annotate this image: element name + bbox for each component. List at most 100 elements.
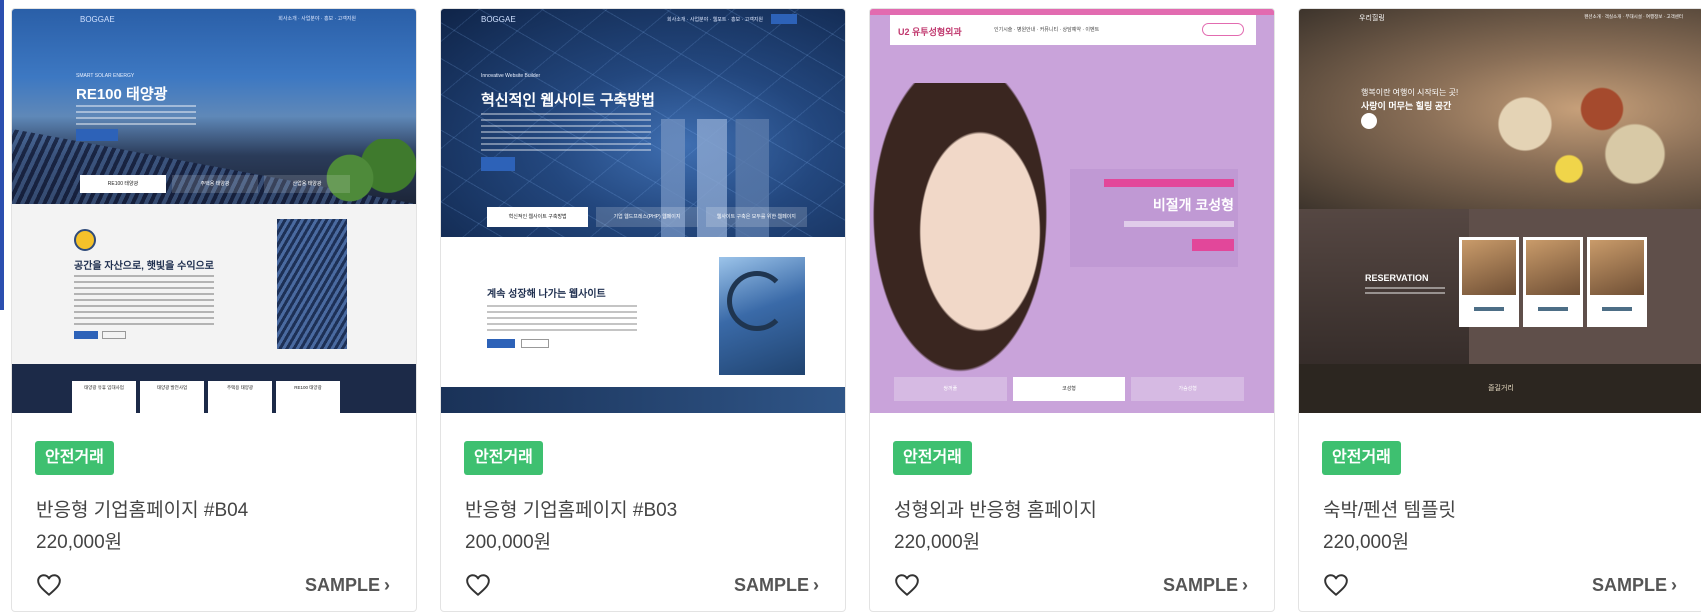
thumb-tab: RE100 태양광 — [80, 175, 166, 193]
model-portrait-graphic — [870, 83, 1070, 413]
thumb-tab: 가슴성형 — [1131, 377, 1245, 401]
thumb-nav-button — [1202, 23, 1244, 36]
product-thumbnail[interactable]: 우리힐링 펜션소개 · 객실소개 · 부대시설 · 여행정보 · 고객센터 행복… — [1299, 9, 1701, 413]
thumb-section-text — [487, 305, 637, 335]
sample-link[interactable]: SAMPLE › — [1163, 575, 1248, 596]
thumb-logo: 우리힐링 — [1359, 15, 1385, 22]
thumb-tab: 기업 웹드프레스(PHP) 웹페이지 — [596, 207, 698, 227]
product-price: 220,000원 — [894, 532, 981, 553]
page-edge-accent — [0, 0, 4, 310]
thumb-subtitle: Innovative Website Builder — [481, 73, 541, 79]
room-card-button — [1602, 307, 1632, 311]
chevron-right-icon: › — [384, 575, 390, 595]
thumb-description — [76, 105, 196, 127]
thumb-subtitle: SMART SOLAR ENERGY — [76, 73, 135, 79]
thumb-reservation-title: RESERVATION — [1365, 273, 1429, 283]
sample-label: SAMPLE — [1591, 575, 1667, 595]
thumb-tab: 산업용 태양광 — [264, 175, 350, 193]
thumb-section-button — [487, 339, 515, 348]
thumb-logo: BOGGAE — [481, 15, 516, 24]
thumb-footer-card: RE100 태양광 — [276, 381, 340, 413]
thumb-headline: 비절개 코성형 — [1152, 197, 1234, 213]
sample-link[interactable]: SAMPLE › — [305, 575, 390, 596]
thumb-room-card — [1459, 237, 1519, 327]
sample-link[interactable]: SAMPLE › — [1592, 575, 1677, 596]
thumb-nav: 펜션소개 · 객실소개 · 부대시설 · 여행정보 · 고객센터 — [1584, 14, 1683, 19]
product-grid: BOGGAE 회사소개 · 사업분야 · 홍보 · 고객지원 SMART SOL… — [11, 8, 1701, 614]
product-thumbnail[interactable]: BOGGAE 회사소개 · 사업분야 · 웹포트 · 홍보 · 고객지원 Inn… — [441, 9, 845, 413]
thumb-reservation-text — [1365, 287, 1445, 297]
product-price: 200,000원 — [465, 532, 552, 553]
thumb-section — [12, 204, 416, 364]
product-card[interactable]: BOGGAE 회사소개 · 사업분야 · 웹포트 · 홍보 · 고객지원 Inn… — [440, 8, 846, 612]
chevron-right-icon: › — [1671, 575, 1677, 595]
safe-trade-badge: 안전거래 — [893, 441, 972, 475]
thumb-footer-card: 태양광 유휴 임대사업 — [72, 381, 136, 413]
heart-icon[interactable] — [36, 573, 62, 597]
product-title[interactable]: 반응형 기업홈페이지 #B03 — [465, 495, 677, 522]
thumb-footer-card: 주택용 태양광 — [208, 381, 272, 413]
thumb-section-image — [277, 219, 347, 349]
thumb-room-card — [1523, 237, 1583, 327]
thumb-logo: U2 유투성형외과 — [898, 27, 962, 37]
thumb-button — [1192, 239, 1234, 251]
heart-icon[interactable] — [465, 573, 491, 597]
thumb-tabs: RE100 태양광 주택용 태양광 산업용 태양광 — [80, 175, 350, 193]
thumb-section-button-outline — [102, 331, 126, 339]
safe-trade-badge: 안전거래 — [35, 441, 114, 475]
room-photo — [1526, 240, 1580, 295]
thumb-promo-tag — [1104, 179, 1234, 187]
product-title[interactable]: 성형외과 반응형 홈페이지 — [894, 495, 1097, 522]
play-icon — [1361, 113, 1377, 129]
chevron-right-icon: › — [1242, 575, 1248, 595]
sample-label: SAMPLE — [304, 575, 380, 595]
arch-graphic — [727, 271, 787, 331]
thumb-footer — [441, 387, 845, 413]
thumb-section-button-outline — [521, 339, 549, 348]
solar-icon — [74, 229, 96, 251]
thumb-section-text — [74, 275, 214, 325]
product-card[interactable]: U2 유투성형외과 인기시술 · 병원안내 · 커뮤니티 · 상담예약 · 이벤… — [869, 8, 1275, 612]
thumb-logo: BOGGAE — [80, 15, 115, 24]
room-card-button — [1474, 307, 1504, 311]
product-title[interactable]: 반응형 기업홈페이지 #B04 — [36, 495, 248, 522]
thumb-section-button — [74, 331, 98, 339]
sample-link[interactable]: SAMPLE › — [734, 575, 819, 596]
thumb-tab: 웹사이트 구축은 모두를 위한 웹페이지 — [705, 207, 807, 227]
heart-icon[interactable] — [1323, 573, 1349, 597]
thumb-footer-title: 즐길거리 — [1488, 385, 1514, 392]
safe-trade-badge: 안전거래 — [1322, 441, 1401, 475]
thumb-hero-line2: 사랑이 머무는 힐링 공간 — [1361, 101, 1452, 111]
room-photo — [1590, 240, 1644, 295]
thumb-tab: 쌍꺼풀 — [894, 377, 1007, 401]
trees-graphic — [306, 139, 416, 204]
thumb-nav-button — [771, 14, 797, 24]
thumb-tabs: 쌍꺼풀 코성형 가슴성형 — [894, 377, 1245, 401]
thumb-tabs: 혁신적인 웹사이트 구축방법 기업 웹드프레스(PHP) 웹페이지 웹사이트 구… — [487, 207, 807, 227]
thumb-tab: 혁신적인 웹사이트 구축방법 — [487, 207, 589, 227]
sample-label: SAMPLE — [733, 575, 809, 595]
food-plates-graphic — [1459, 49, 1679, 199]
product-thumbnail[interactable]: U2 유투성형외과 인기시술 · 병원안내 · 커뮤니티 · 상담예약 · 이벤… — [870, 9, 1274, 413]
product-price: 220,000원 — [36, 532, 123, 553]
thumb-description — [1124, 221, 1234, 227]
thumb-button — [481, 157, 515, 171]
room-photo — [1462, 240, 1516, 295]
product-title[interactable]: 숙박/펜션 템플릿 — [1323, 495, 1456, 522]
product-price: 220,000원 — [1323, 532, 1410, 553]
heart-icon[interactable] — [894, 573, 920, 597]
safe-trade-badge: 안전거래 — [464, 441, 543, 475]
thumb-hero-line1: 행복이란 여행이 시작되는 곳! — [1361, 88, 1459, 97]
product-card[interactable]: BOGGAE 회사소개 · 사업분야 · 홍보 · 고객지원 SMART SOL… — [11, 8, 417, 612]
sample-label: SAMPLE — [1162, 575, 1238, 595]
thumb-nav: 회사소개 · 사업분야 · 홍보 · 고객지원 — [278, 16, 356, 22]
thumb-button — [76, 129, 118, 141]
product-card[interactable]: 우리힐링 펜션소개 · 객실소개 · 부대시설 · 여행정보 · 고객센터 행복… — [1298, 8, 1701, 612]
thumb-tab: 주택용 태양광 — [172, 175, 258, 193]
thumb-headline: 혁신적인 웹사이트 구축방법 — [481, 92, 655, 109]
thumb-description — [481, 113, 651, 153]
thumb-footer-card: 태양광 발전사업 — [140, 381, 204, 413]
thumb-section-title: 공간을 자산으로, 햇빛을 수익으로 — [74, 261, 214, 272]
product-thumbnail[interactable]: BOGGAE 회사소개 · 사업분야 · 홍보 · 고객지원 SMART SOL… — [12, 9, 416, 413]
thumb-nav: 회사소개 · 사업분야 · 웹포트 · 홍보 · 고객지원 — [667, 17, 763, 23]
